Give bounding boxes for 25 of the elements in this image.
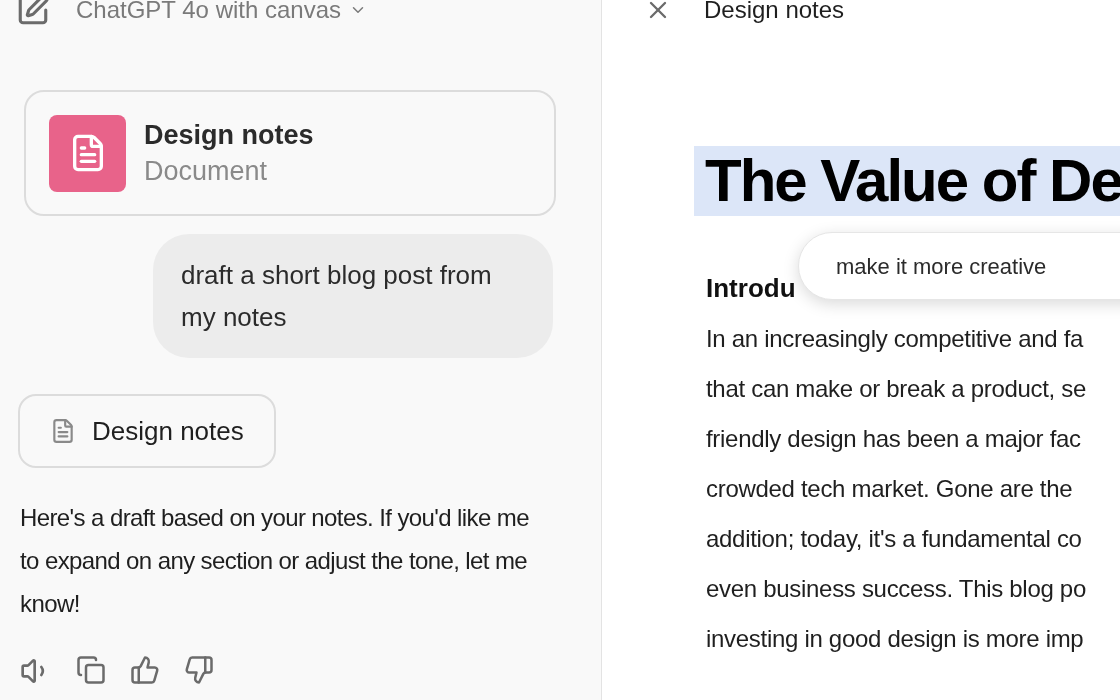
document-icon	[49, 114, 126, 192]
section-heading: Introdu	[706, 272, 796, 305]
new-chat-icon[interactable]	[16, 0, 50, 27]
model-selector[interactable]: ChatGPT 4o with canvas	[76, 0, 368, 28]
edit-prompt-popup[interactable]: make it more creative	[798, 232, 1120, 300]
document-heading: The Value of De	[694, 146, 1120, 216]
assistant-message: Here's a draft based on your notes. If you'd like me to expand on any section or adjust the tone, let me know!	[19, 503, 530, 619]
body-text-line: that can make or break a product, se	[706, 374, 1088, 404]
card-title: Design notes	[144, 119, 314, 152]
body-text-line: even business success. This blog po	[706, 574, 1087, 604]
canvas-card[interactable]: Design notes Document	[24, 90, 556, 216]
copy-icon[interactable]	[76, 655, 106, 685]
thumbs-down-icon[interactable]	[184, 655, 214, 685]
body-text-line: crowded tech market. Gone are the	[706, 474, 1074, 504]
body-text-line: In an increasingly competitive and fa	[706, 324, 1085, 354]
document-chip[interactable]: Design notes	[18, 394, 276, 468]
canvas-title: Design notes	[704, 0, 845, 25]
body-text-line: investing in good design is more imp	[706, 624, 1085, 654]
document-icon	[50, 418, 76, 444]
card-subtitle: Document	[144, 155, 269, 188]
prompt-text: make it more creative	[836, 252, 1047, 281]
user-message: draft a short blog post from my notes	[153, 234, 553, 358]
body-text-line: addition; today, it's a fundamental co	[706, 524, 1083, 554]
thumbs-up-icon[interactable]	[130, 655, 160, 685]
body-text-line: friendly design has been a major fac	[706, 424, 1082, 454]
